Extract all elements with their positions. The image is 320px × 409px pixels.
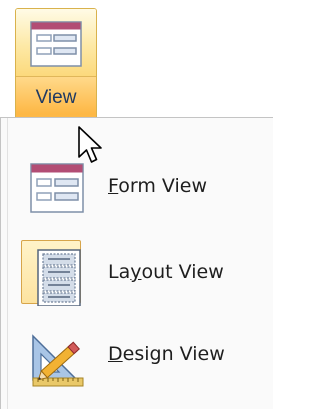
access-key: F xyxy=(108,175,119,197)
menu-item-label: Layout View xyxy=(108,261,224,283)
form-view-icon xyxy=(25,158,89,220)
menu-item-label: Design View xyxy=(108,343,225,365)
view-dropdown-menu: Form View Layout View Design View xyxy=(0,117,273,409)
view-button-label: View xyxy=(35,87,77,108)
layout-view-icon xyxy=(25,244,89,307)
access-key: D xyxy=(108,343,123,365)
menu-item-design-view[interactable]: Design View xyxy=(11,316,269,398)
menu-gutter xyxy=(7,118,8,409)
form-view-icon xyxy=(30,21,82,67)
menu-item-layout-view[interactable]: Layout View xyxy=(11,234,269,316)
access-key: y xyxy=(130,261,142,283)
label-rest: out View xyxy=(141,261,224,283)
view-button-icon-area[interactable] xyxy=(16,9,96,76)
screen: View Form View Layout View Design View xyxy=(0,0,273,409)
design-view-icon xyxy=(25,326,89,388)
menu-item-label: Form View xyxy=(108,175,207,197)
label-before-key: La xyxy=(108,261,131,283)
label-rest: esign View xyxy=(122,343,225,365)
label-rest: orm View xyxy=(118,175,208,197)
menu-item-form-view[interactable]: Form View xyxy=(11,148,269,230)
